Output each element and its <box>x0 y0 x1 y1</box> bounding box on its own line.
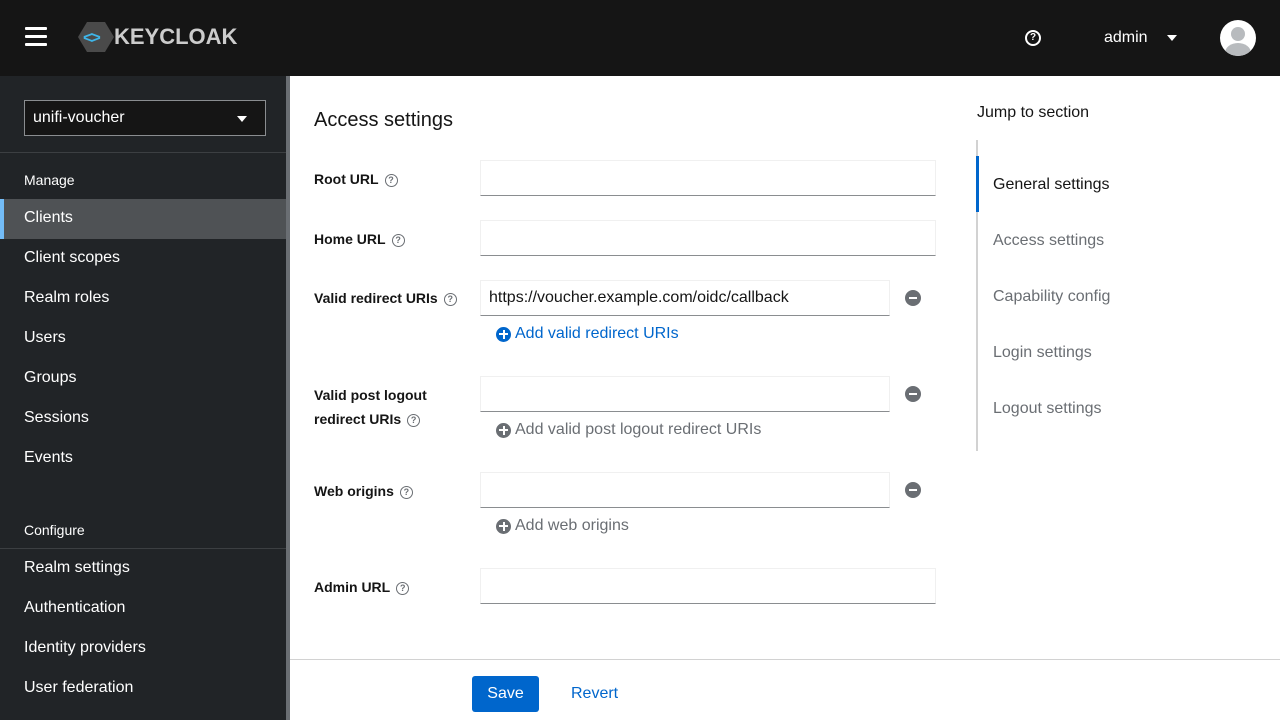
post-logout-uri-input[interactable] <box>480 376 890 412</box>
sidebar-item-identity-providers[interactable]: Identity providers <box>0 629 286 669</box>
jump-logout-settings[interactable]: Logout settings <box>993 400 1102 418</box>
hamburger-menu-icon[interactable] <box>25 27 47 47</box>
sidebar-item-clients[interactable]: Clients <box>0 199 286 239</box>
remove-icon[interactable] <box>905 482 921 498</box>
home-url-input[interactable] <box>480 220 936 256</box>
redirect-uris-label: Valid redirect URIs? <box>314 286 457 310</box>
avatar[interactable] <box>1220 20 1256 56</box>
web-origins-label: Web origins? <box>314 479 413 503</box>
sidebar-item-client-scopes[interactable]: Client scopes <box>0 239 286 279</box>
logo-text: KEYCLOAK <box>114 24 238 49</box>
sidebar-item-user-federation[interactable]: User federation <box>0 669 286 709</box>
admin-url-label: Admin URL? <box>314 575 410 599</box>
sidebar: unifi-voucher Manage Clients Client scop… <box>0 76 290 720</box>
sidebar-item-realm-settings[interactable]: Realm settings <box>0 549 286 589</box>
sidebar-item-authentication[interactable]: Authentication <box>0 589 286 629</box>
help-icon[interactable]: ? <box>391 234 405 247</box>
divider <box>0 152 286 153</box>
sidebar-item-realm-roles[interactable]: Realm roles <box>0 279 286 319</box>
save-button[interactable]: Save <box>472 676 539 712</box>
realm-selector[interactable]: unifi-voucher <box>24 100 266 136</box>
chevron-down-icon[interactable] <box>1167 35 1177 41</box>
help-icon[interactable]: ? <box>1025 30 1041 46</box>
jump-capability-config[interactable]: Capability config <box>993 288 1110 306</box>
help-icon[interactable]: ? <box>396 582 410 595</box>
redirect-uri-input[interactable] <box>480 280 890 316</box>
section-title: Access settings <box>314 109 453 131</box>
sidebar-item-sessions[interactable]: Sessions <box>0 399 286 439</box>
root-url-label: Root URL? <box>314 167 398 191</box>
jump-access-settings[interactable]: Access settings <box>993 232 1104 250</box>
plus-circle-icon <box>496 326 511 342</box>
remove-icon[interactable] <box>905 290 921 306</box>
sidebar-item-groups[interactable]: Groups <box>0 359 286 399</box>
footer-divider <box>290 659 1280 660</box>
sidebar-item-users[interactable]: Users <box>0 319 286 359</box>
caret-down-icon <box>237 116 247 122</box>
masthead: <> KEYCLOAK ? admin <box>0 0 1280 76</box>
jump-general-settings[interactable]: General settings <box>993 176 1110 194</box>
keycloak-logo[interactable]: <> KEYCLOAK <box>78 22 237 52</box>
main-content: Access settings Root URL? Home URL? Vali… <box>290 76 1280 720</box>
section-configure: Configure <box>24 522 85 538</box>
revert-button[interactable]: Revert <box>571 685 618 703</box>
add-redirect-uri-button[interactable]: Add valid redirect URIs <box>496 325 679 343</box>
post-logout-label: Valid post logout redirect URIs? <box>314 387 427 427</box>
help-icon[interactable]: ? <box>407 414 421 427</box>
home-url-label: Home URL? <box>314 227 405 251</box>
root-url-input[interactable] <box>480 160 936 196</box>
jump-to-section-title: Jump to section <box>977 104 1090 121</box>
web-origins-input[interactable] <box>480 472 890 508</box>
help-icon[interactable]: ? <box>443 293 457 306</box>
remove-icon[interactable] <box>905 386 921 402</box>
sidebar-item-events[interactable]: Events <box>0 439 286 479</box>
plus-circle-icon <box>496 518 511 534</box>
user-menu[interactable]: admin <box>1104 29 1148 47</box>
help-icon[interactable]: ? <box>399 486 413 499</box>
add-post-logout-uri-button[interactable]: Add valid post logout redirect URIs <box>496 421 761 439</box>
section-manage: Manage <box>24 172 75 188</box>
admin-url-input[interactable] <box>480 568 936 604</box>
jump-nav-active-indicator <box>976 156 979 212</box>
jump-login-settings[interactable]: Login settings <box>993 344 1092 362</box>
help-icon[interactable]: ? <box>384 174 398 187</box>
realm-name: unifi-voucher <box>33 109 125 126</box>
plus-circle-icon <box>496 422 511 438</box>
add-web-origin-button[interactable]: Add web origins <box>496 517 629 535</box>
